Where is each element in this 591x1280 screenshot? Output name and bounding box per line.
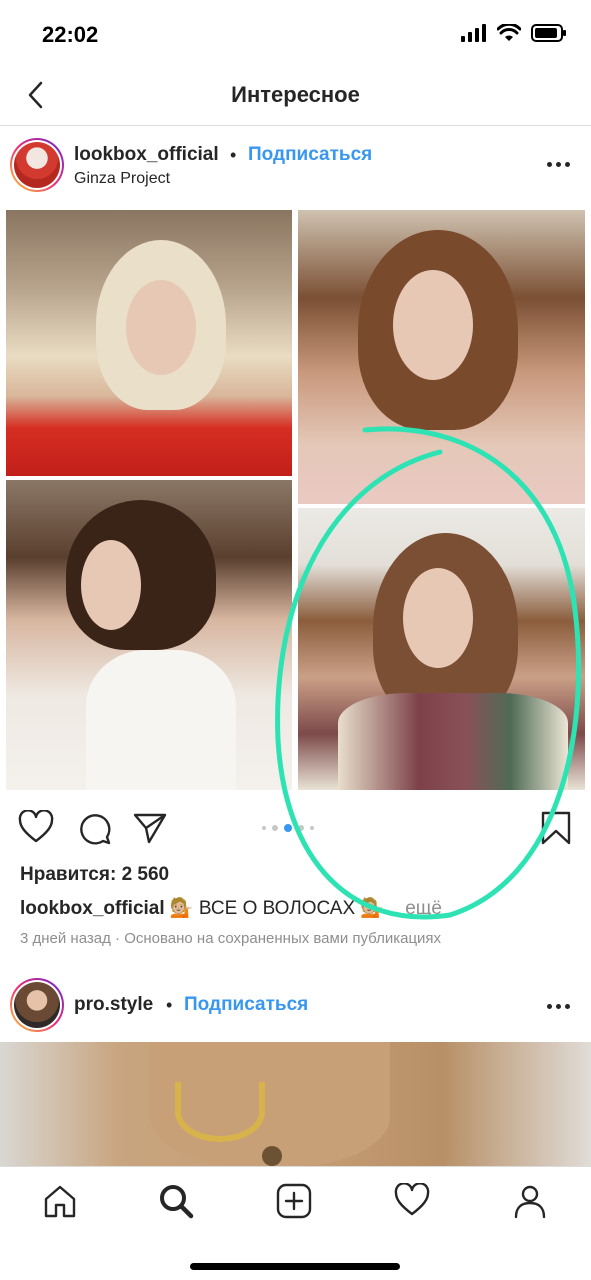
comment-icon[interactable]: [76, 810, 112, 846]
follow-button-2[interactable]: Подписаться: [184, 994, 308, 1016]
tab-search[interactable]: [156, 1181, 196, 1221]
photo-shag-sweater: [298, 508, 585, 790]
carousel-dot: [310, 826, 314, 830]
likes-count[interactable]: Нравится: 2 560: [20, 864, 169, 886]
bookmark-icon[interactable]: [538, 810, 574, 846]
photo-dark-bob: [6, 480, 292, 790]
tab-home[interactable]: [40, 1181, 80, 1221]
profile-icon: [514, 1185, 546, 1219]
more-horizontal-icon: [546, 1003, 552, 1009]
post-caption: lookbox_official 💁🏼 ВСЕ О ВОЛОСАХ 💁🏼... …: [20, 896, 442, 920]
nav-bar: Интересное: [0, 70, 591, 126]
post-username[interactable]: lookbox_official: [74, 144, 219, 166]
more-options-button[interactable]: [543, 154, 573, 174]
post-image-collage[interactable]: [0, 206, 591, 792]
carousel-dot-active: [284, 824, 292, 832]
photo-blonde-bob: [6, 210, 292, 476]
new-post-icon: [276, 1183, 312, 1219]
bottom-tab-bar: [0, 1166, 591, 1280]
avatar-2[interactable]: [10, 978, 64, 1032]
caption-username[interactable]: lookbox_official: [20, 898, 165, 919]
tab-profile[interactable]: [510, 1181, 550, 1221]
separator-dot: •: [230, 145, 237, 165]
follow-button[interactable]: Подписаться: [248, 144, 372, 166]
carousel-dot: [272, 825, 278, 831]
search-icon: [160, 1185, 194, 1219]
status-bar: 22:02: [0, 0, 591, 70]
tab-activity[interactable]: [392, 1181, 432, 1221]
share-icon[interactable]: [132, 810, 168, 846]
post-image-2[interactable]: [0, 1042, 591, 1166]
caption-more-link[interactable]: ... ещё: [384, 898, 442, 919]
caption-text: 💁🏼 ВСЕ О ВОЛОСАХ 💁🏼: [164, 898, 385, 919]
home-icon: [44, 1185, 76, 1218]
tab-new-post[interactable]: [274, 1181, 314, 1221]
carousel-dot: [298, 825, 304, 831]
avatar[interactable]: [10, 138, 64, 192]
carousel-indicator: [262, 824, 314, 832]
post-username-2[interactable]: pro.style: [74, 994, 153, 1016]
status-icons: [461, 24, 567, 42]
heart-icon[interactable]: [18, 810, 54, 846]
separator-dot: •: [166, 995, 173, 1015]
activity-heart-icon: [394, 1183, 430, 1216]
post-header-2: pro.style • Подписаться: [0, 968, 591, 1044]
home-indicator: [190, 1263, 400, 1270]
post-actions: [0, 806, 591, 852]
more-horizontal-icon: [546, 161, 552, 167]
status-time: 22:02: [42, 22, 99, 47]
cellular-signal-icon: [461, 24, 486, 42]
photo-brunette-bangs: [298, 210, 585, 504]
page-title: Интересное: [231, 82, 360, 107]
post-meta: 3 дней назад · Основано на сохраненных в…: [20, 930, 442, 947]
battery-icon: [531, 24, 566, 42]
wifi-icon: [497, 24, 521, 41]
carousel-dot: [262, 826, 266, 830]
post-header: lookbox_official • Подписаться Ginza Pro…: [0, 128, 591, 204]
post-subtitle: Ginza Project: [74, 170, 171, 187]
more-options-button-2[interactable]: [543, 996, 573, 1016]
